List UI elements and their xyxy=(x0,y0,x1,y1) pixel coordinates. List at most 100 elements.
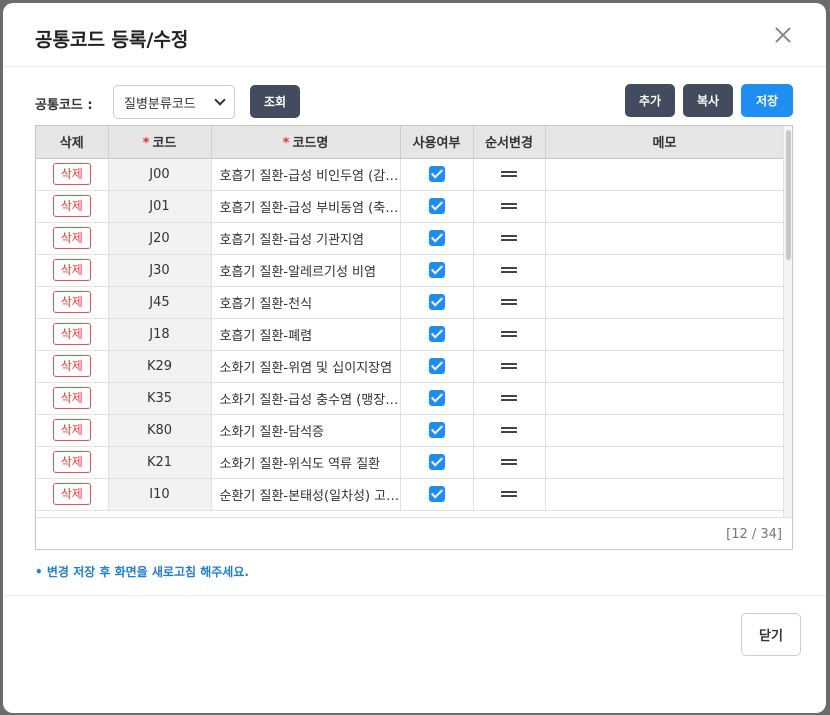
use-checkbox[interactable] xyxy=(428,486,445,502)
code-cell[interactable]: K21 xyxy=(108,446,212,479)
drag-handle-icon[interactable] xyxy=(501,171,517,177)
delete-row-button[interactable]: 삭제 xyxy=(52,195,91,217)
code-cell[interactable]: J20 xyxy=(108,222,212,255)
memo-cell[interactable] xyxy=(545,350,784,383)
drag-handle-icon[interactable] xyxy=(501,491,517,497)
col-code-name-header[interactable]: * 코드명 xyxy=(211,126,401,159)
code-name-cell[interactable]: 소화기 질환-급성 충수염 (맹장염) xyxy=(211,382,401,415)
table-row[interactable]: 삭제 K80 소화기 질환-담석증 xyxy=(36,414,784,447)
search-button[interactable]: 조회 xyxy=(250,85,300,118)
memo-cell[interactable] xyxy=(545,158,784,191)
drag-handle-icon[interactable] xyxy=(501,427,517,433)
code-select[interactable]: 질병분류코드 xyxy=(113,85,235,119)
copy-button[interactable]: 복사 xyxy=(683,84,733,117)
code-name-cell[interactable]: 호흡기 질환-천식 xyxy=(211,286,401,319)
code-cell[interactable]: J30 xyxy=(108,254,212,287)
col-code-label: 코드 xyxy=(152,136,177,152)
delete-row-button[interactable]: 삭제 xyxy=(52,227,91,249)
memo-cell[interactable] xyxy=(545,318,784,351)
code-name-cell[interactable]: 소화기 질환-위식도 역류 질환 xyxy=(211,446,401,479)
table-row[interactable]: 삭제 J30 호흡기 질환-알레르기성 비염 xyxy=(36,254,784,287)
table-row[interactable]: 삭제 I10 순환기 질환-본태성(일차성) 고혈압 xyxy=(36,478,784,511)
delete-row-button[interactable]: 삭제 xyxy=(52,451,91,473)
delete-cell: 삭제 xyxy=(36,350,109,383)
table-row[interactable]: 삭제 J45 호흡기 질환-천식 xyxy=(36,286,784,319)
use-checkbox[interactable] xyxy=(428,262,445,278)
use-checkbox[interactable] xyxy=(428,230,445,246)
code-cell[interactable]: J45 xyxy=(108,286,212,319)
delete-row-button[interactable]: 삭제 xyxy=(52,419,91,441)
delete-row-button[interactable]: 삭제 xyxy=(52,323,91,345)
use-cell xyxy=(400,190,474,223)
use-checkbox[interactable] xyxy=(428,198,445,214)
drag-handle-icon[interactable] xyxy=(501,203,517,209)
use-cell xyxy=(400,478,474,511)
col-code-header[interactable]: * 코드 xyxy=(108,126,212,159)
code-name-cell[interactable]: 소화기 질환-담석증 xyxy=(211,414,401,447)
code-name-cell[interactable]: 순환기 질환-본태성(일차성) 고혈압 xyxy=(211,478,401,511)
delete-row-button[interactable]: 삭제 xyxy=(52,259,91,281)
table-row[interactable]: 삭제 K29 소화기 질환-위염 및 십이지장염 xyxy=(36,350,784,383)
delete-cell: 삭제 xyxy=(36,382,109,415)
memo-cell[interactable] xyxy=(545,286,784,319)
memo-cell[interactable] xyxy=(545,190,784,223)
order-cell xyxy=(473,478,546,511)
drag-handle-icon[interactable] xyxy=(501,459,517,465)
memo-cell[interactable] xyxy=(545,222,784,255)
code-name-cell[interactable]: 소화기 질환-위염 및 십이지장염 xyxy=(211,350,401,383)
use-checkbox[interactable] xyxy=(428,422,445,438)
vertical-scrollbar[interactable] xyxy=(783,126,792,517)
delete-row-button[interactable]: 삭제 xyxy=(52,291,91,313)
use-checkbox[interactable] xyxy=(428,166,445,182)
use-checkbox[interactable] xyxy=(428,358,445,374)
save-button[interactable]: 저장 xyxy=(741,84,793,117)
drag-handle-icon[interactable] xyxy=(501,363,517,369)
common-code-modal: 공통코드 등록/수정 공통코드 : 질병분류코드 조회 추가 복사 저장 삭제 … xyxy=(3,3,826,713)
scrollbar-thumb[interactable] xyxy=(786,130,791,260)
order-cell xyxy=(473,286,546,319)
code-cell[interactable]: K35 xyxy=(108,382,212,415)
code-name-cell[interactable]: 호흡기 질환-급성 부비동염 (축농증) xyxy=(211,190,401,223)
code-label: 공통코드 : xyxy=(35,98,93,113)
code-cell[interactable]: J00 xyxy=(108,158,212,191)
code-name-cell[interactable]: 호흡기 질환-폐렴 xyxy=(211,318,401,351)
table-row[interactable]: 삭제 J01 호흡기 질환-급성 부비동염 (축농증) xyxy=(36,190,784,223)
required-mark: * xyxy=(282,136,290,152)
order-cell xyxy=(473,382,546,415)
memo-cell[interactable] xyxy=(545,414,784,447)
memo-cell[interactable] xyxy=(545,382,784,415)
code-cell[interactable]: I10 xyxy=(108,478,212,511)
code-cell[interactable]: J01 xyxy=(108,190,212,223)
close-icon[interactable] xyxy=(772,24,794,46)
order-cell xyxy=(473,318,546,351)
use-checkbox[interactable] xyxy=(428,326,445,342)
table-row[interactable]: 삭제 K21 소화기 질환-위식도 역류 질환 xyxy=(36,446,784,479)
delete-row-button[interactable]: 삭제 xyxy=(52,387,91,409)
table-row[interactable]: 삭제 J20 호흡기 질환-급성 기관지염 xyxy=(36,222,784,255)
delete-row-button[interactable]: 삭제 xyxy=(52,163,91,185)
code-cell[interactable]: J18 xyxy=(108,318,212,351)
code-cell[interactable]: K80 xyxy=(108,414,212,447)
delete-row-button[interactable]: 삭제 xyxy=(52,483,91,505)
code-cell[interactable]: K29 xyxy=(108,350,212,383)
table-row[interactable]: 삭제 J00 호흡기 질환-급성 비인두염 (감기) xyxy=(36,158,784,191)
use-checkbox[interactable] xyxy=(428,294,445,310)
table-row[interactable]: 삭제 K35 소화기 질환-급성 충수염 (맹장염) xyxy=(36,382,784,415)
drag-handle-icon[interactable] xyxy=(501,267,517,273)
memo-cell[interactable] xyxy=(545,446,784,479)
code-name-cell[interactable]: 호흡기 질환-알레르기성 비염 xyxy=(211,254,401,287)
add-button[interactable]: 추가 xyxy=(625,84,675,117)
code-name-cell[interactable]: 호흡기 질환-급성 비인두염 (감기) xyxy=(211,158,401,191)
drag-handle-icon[interactable] xyxy=(501,299,517,305)
table-row[interactable]: 삭제 J18 호흡기 질환-폐렴 xyxy=(36,318,784,351)
drag-handle-icon[interactable] xyxy=(501,331,517,337)
code-name-cell[interactable]: 호흡기 질환-급성 기관지염 xyxy=(211,222,401,255)
use-checkbox[interactable] xyxy=(428,390,445,406)
memo-cell[interactable] xyxy=(545,478,784,511)
drag-handle-icon[interactable] xyxy=(501,235,517,241)
close-button[interactable]: 닫기 xyxy=(741,613,801,656)
delete-row-button[interactable]: 삭제 xyxy=(52,355,91,377)
drag-handle-icon[interactable] xyxy=(501,395,517,401)
use-checkbox[interactable] xyxy=(428,454,445,470)
memo-cell[interactable] xyxy=(545,254,784,287)
